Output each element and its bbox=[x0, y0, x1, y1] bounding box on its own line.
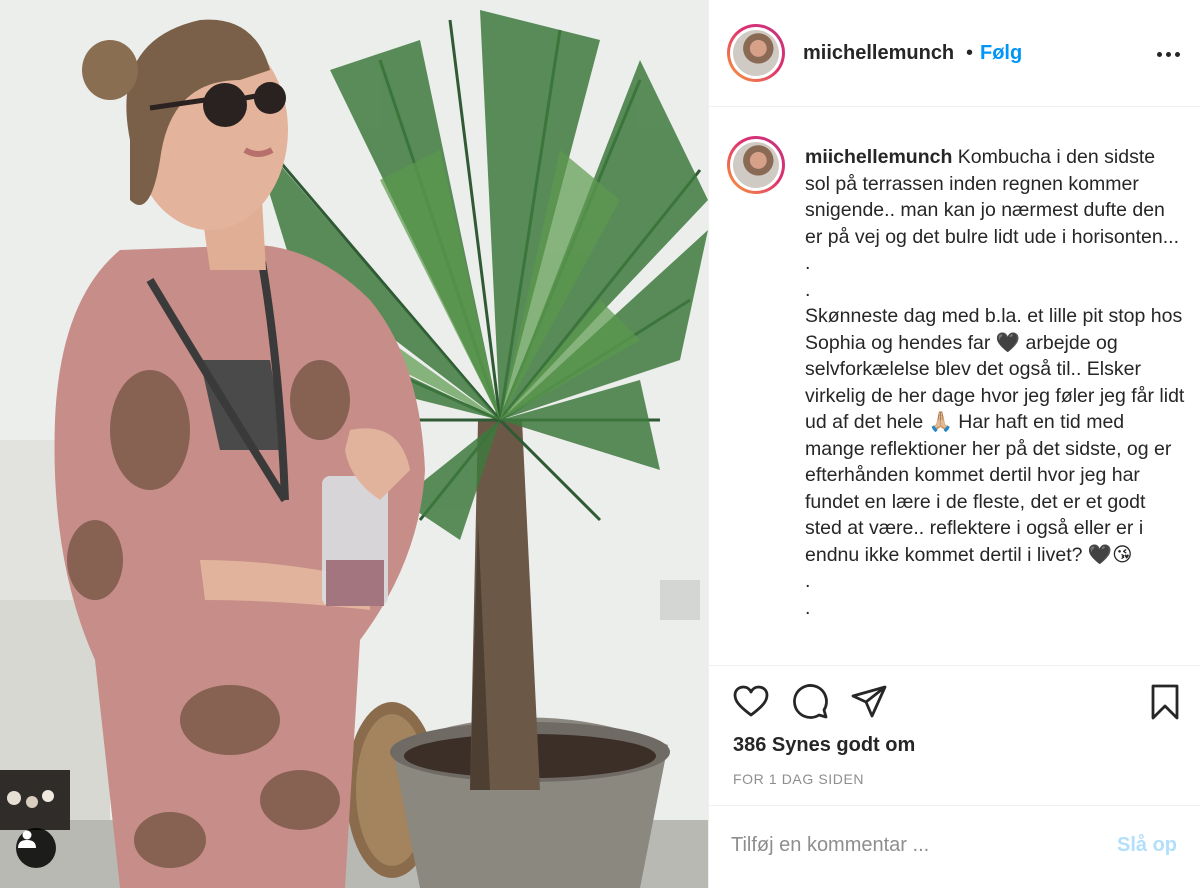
heart-icon[interactable] bbox=[731, 682, 771, 722]
caption: miichellemunch Kombucha i den sidste sol… bbox=[805, 144, 1185, 621]
header-separator: • bbox=[966, 42, 974, 64]
tagged-user-button[interactable] bbox=[16, 828, 56, 868]
instagram-post-modal: miichellemunch • Følg miichellemunch Kom… bbox=[0, 0, 1200, 888]
bookmark-icon[interactable] bbox=[1145, 682, 1185, 722]
comment-input[interactable] bbox=[731, 828, 1091, 862]
caption-text: Kombucha i den sidste sol på terrassen i… bbox=[805, 146, 1185, 619]
share-icon[interactable] bbox=[849, 682, 889, 722]
add-comment-row: Slå op bbox=[709, 806, 1200, 888]
post-actions: 386 Synes godt om FOR 1 DAG SIDEN bbox=[709, 666, 1200, 806]
comments-section: miichellemunch Kombucha i den sidste sol… bbox=[709, 108, 1200, 666]
follow-button[interactable]: Følg bbox=[980, 42, 1022, 65]
photo-illustration bbox=[0, 0, 708, 888]
post-sidebar: miichellemunch • Følg miichellemunch Kom… bbox=[708, 0, 1200, 888]
post-photo[interactable] bbox=[0, 0, 708, 888]
likes-count[interactable]: 386 Synes godt om bbox=[733, 734, 915, 757]
comment-icon[interactable] bbox=[791, 682, 831, 722]
post-timestamp[interactable]: FOR 1 DAG SIDEN bbox=[733, 771, 864, 787]
more-options-icon[interactable] bbox=[1153, 42, 1183, 66]
caption-avatar[interactable] bbox=[727, 136, 785, 194]
caption-username[interactable]: miichellemunch bbox=[805, 146, 952, 168]
avatar[interactable] bbox=[727, 24, 785, 82]
post-comment-button[interactable]: Slå op bbox=[1117, 834, 1177, 857]
avatar-image bbox=[733, 30, 779, 76]
post-header: miichellemunch • Følg bbox=[709, 0, 1200, 107]
user-icon bbox=[18, 830, 36, 848]
avatar-image bbox=[733, 142, 779, 188]
header-username[interactable]: miichellemunch bbox=[803, 42, 954, 65]
